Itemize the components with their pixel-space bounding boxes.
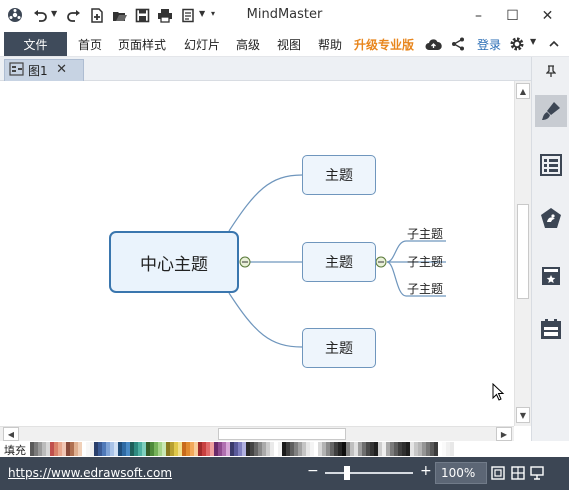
menu-page-style[interactable]: 页面样式 bbox=[118, 36, 166, 53]
document-tab-strip: 图1 ✕ bbox=[0, 57, 569, 81]
document-tab-label: 图1 bbox=[28, 64, 48, 78]
menu-help[interactable]: 帮助 bbox=[318, 36, 342, 53]
vertical-scroll-thumb[interactable] bbox=[517, 204, 529, 299]
new-icon[interactable] bbox=[87, 6, 105, 24]
format-brush-icon[interactable] bbox=[535, 95, 567, 127]
presentation-icon[interactable] bbox=[529, 465, 545, 481]
maximize-button[interactable]: ☐ bbox=[495, 0, 530, 31]
clipart-icon[interactable] bbox=[535, 202, 567, 234]
export-icon[interactable] bbox=[179, 6, 197, 24]
mindmap-canvas[interactable]: 中心主题 主题 主题 主题 子主题 子主题 子主题 bbox=[0, 81, 514, 426]
collapse-toggle-icon[interactable] bbox=[375, 256, 387, 268]
title-bar: ▼ ▼ ▾ MindMaster – ☐ ✕ bbox=[0, 0, 569, 31]
subtopic[interactable]: 子主题 bbox=[407, 225, 443, 242]
main-topic[interactable]: 主题 bbox=[302, 242, 376, 282]
settings-gear-icon[interactable] bbox=[508, 35, 526, 53]
mark-icon[interactable] bbox=[535, 260, 567, 292]
main-topic[interactable]: 主题 bbox=[302, 328, 376, 368]
vertical-scrollbar[interactable]: ▲ ▼ bbox=[514, 81, 531, 426]
horizontal-scrollbar[interactable]: ◀ ▶ bbox=[0, 426, 514, 441]
file-menu[interactable]: 文件 bbox=[4, 32, 67, 56]
fit-page-icon[interactable] bbox=[490, 465, 506, 481]
right-side-panel bbox=[531, 57, 569, 441]
zoom-out-button[interactable]: − bbox=[307, 463, 319, 479]
scroll-left-icon[interactable]: ◀ bbox=[3, 427, 19, 441]
fit-width-icon[interactable] bbox=[510, 465, 526, 481]
scroll-down-icon[interactable]: ▼ bbox=[516, 407, 530, 423]
menu-advanced[interactable]: 高级 bbox=[236, 36, 260, 53]
cloud-icon[interactable] bbox=[424, 35, 442, 53]
login-link[interactable]: 登录 bbox=[477, 36, 501, 53]
zoom-in-button[interactable]: + bbox=[420, 463, 432, 479]
collapse-toggle-icon[interactable] bbox=[239, 256, 251, 268]
zoom-slider[interactable] bbox=[325, 472, 413, 474]
color-swatches[interactable] bbox=[30, 442, 454, 456]
collapse-ribbon-icon[interactable] bbox=[545, 35, 563, 53]
task-calendar-icon[interactable] bbox=[535, 313, 567, 345]
menu-view[interactable]: 视图 bbox=[277, 36, 301, 53]
color-palette: 填充 bbox=[0, 441, 569, 457]
app-logo-icon[interactable] bbox=[6, 6, 24, 24]
settings-dropdown-icon[interactable]: ▼ bbox=[530, 37, 536, 46]
central-topic[interactable]: 中心主题 bbox=[109, 231, 239, 293]
horizontal-scroll-thumb[interactable] bbox=[218, 428, 346, 440]
undo-icon[interactable] bbox=[31, 6, 49, 24]
open-icon[interactable] bbox=[110, 6, 128, 24]
save-icon[interactable] bbox=[133, 6, 151, 24]
website-link[interactable]: https://www.edrawsoft.com bbox=[8, 466, 172, 480]
close-button[interactable]: ✕ bbox=[530, 0, 565, 31]
menu-slides[interactable]: 幻灯片 bbox=[184, 36, 220, 53]
subtopic[interactable]: 子主题 bbox=[407, 280, 443, 297]
fill-label: 填充 bbox=[4, 444, 26, 457]
document-tab[interactable]: 图1 ✕ bbox=[4, 59, 84, 81]
mouse-cursor-icon bbox=[492, 383, 505, 401]
tab-close-icon[interactable]: ✕ bbox=[56, 62, 67, 77]
menu-bar: 文件 首页 页面样式 幻灯片 高级 视图 帮助 升级专业版 登录 ▼ bbox=[0, 31, 569, 57]
pin-icon[interactable] bbox=[535, 59, 567, 83]
customize-icon[interactable]: ▾ bbox=[211, 9, 215, 18]
minimize-button[interactable]: – bbox=[461, 0, 496, 31]
outline-list-icon[interactable] bbox=[535, 149, 567, 181]
status-bar: https://www.edrawsoft.com − + 100% bbox=[0, 457, 569, 490]
redo-icon[interactable] bbox=[64, 6, 82, 24]
upgrade-link[interactable]: 升级专业版 bbox=[354, 36, 414, 53]
menu-home[interactable]: 首页 bbox=[78, 36, 102, 53]
print-icon[interactable] bbox=[156, 6, 174, 24]
zoom-slider-thumb[interactable] bbox=[344, 466, 350, 480]
mindmap-doc-icon bbox=[9, 62, 24, 79]
zoom-level-field[interactable]: 100% bbox=[435, 462, 487, 484]
color-swatch[interactable] bbox=[450, 442, 454, 456]
scroll-right-icon[interactable]: ▶ bbox=[496, 427, 512, 441]
scroll-up-icon[interactable]: ▲ bbox=[516, 83, 530, 99]
subtopic[interactable]: 子主题 bbox=[407, 253, 443, 270]
undo-dropdown-icon[interactable]: ▼ bbox=[51, 9, 57, 18]
export-dropdown-icon[interactable]: ▼ bbox=[199, 9, 205, 18]
share-icon[interactable] bbox=[449, 35, 467, 53]
main-topic[interactable]: 主题 bbox=[302, 155, 376, 195]
